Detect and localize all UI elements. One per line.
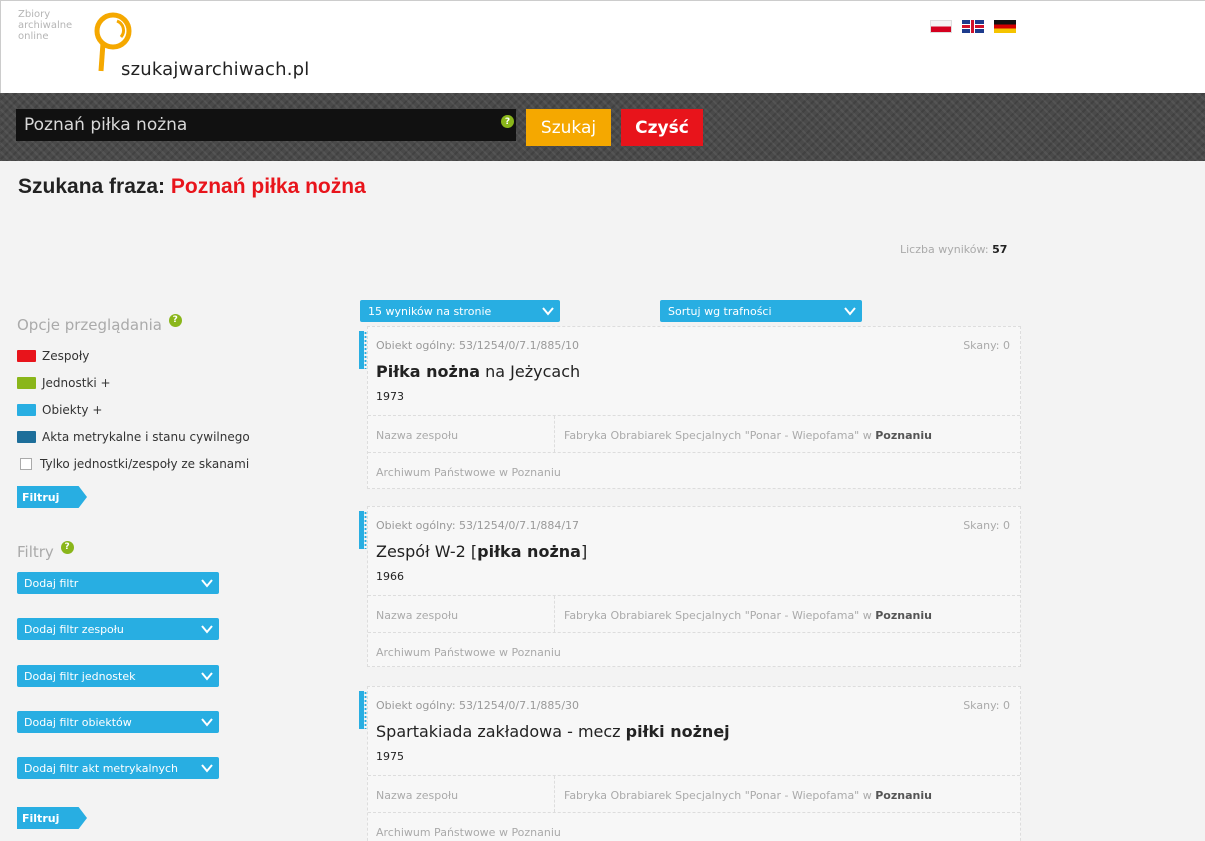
search-button[interactable]: Szukaj — [526, 109, 611, 146]
results-count: Liczba wyników: 57 — [900, 243, 1008, 256]
chevron-down-icon — [201, 764, 213, 773]
option-zespoly[interactable]: Zespoły — [17, 349, 89, 363]
result-archive-row: Archiwum Państwowe w Poznaniu — [368, 632, 1020, 669]
result-card[interactable]: Obiekt ogólny: 53/1254/0/7.1/884/17 Skan… — [359, 506, 1021, 669]
zespoly-icon — [17, 350, 36, 362]
result-year: 1973 — [376, 390, 404, 403]
filter-button[interactable]: Filtruj — [17, 486, 87, 508]
add-object-filter-dropdown[interactable]: Dodaj filtr obiektów — [17, 711, 219, 733]
result-fond-row: Nazwa zespołu Fabryka Obrabiarek Specjal… — [368, 775, 1020, 812]
result-scans: Skany: 0 — [963, 339, 1010, 352]
result-accent — [359, 511, 367, 549]
chevron-down-icon — [201, 579, 213, 588]
site-header: Zbiory archiwalne online szukajwarchiwac… — [0, 0, 1205, 93]
obiekty-icon — [17, 404, 36, 416]
flag-de-icon[interactable] — [994, 20, 1016, 33]
add-fond-filter-dropdown[interactable]: Dodaj filtr zespołu — [17, 618, 219, 640]
result-title[interactable]: Piłka nożna na Jeżycach — [376, 362, 580, 381]
akta-icon — [17, 431, 36, 443]
help-icon[interactable]: ? — [60, 540, 74, 554]
result-scans: Skany: 0 — [963, 699, 1010, 712]
per-page-dropdown[interactable]: 15 wyników na stronie — [360, 300, 560, 322]
result-archive-row: Archiwum Państwowe w Poznaniu — [368, 452, 1020, 489]
language-switcher — [930, 20, 1016, 33]
result-fond-row: Nazwa zespołu Fabryka Obrabiarek Specjal… — [368, 595, 1020, 632]
filter-button-2[interactable]: Filtruj — [17, 807, 87, 829]
chevron-down-icon — [201, 625, 213, 634]
result-id: Obiekt ogólny: 53/1254/0/7.1/885/10 — [376, 339, 580, 352]
browse-options-title: Opcje przeglądania ? — [17, 313, 182, 335]
help-icon[interactable]: ? — [168, 313, 182, 327]
search-help-icon[interactable]: ? — [501, 115, 514, 128]
logo-tagline: Zbiory archiwalne online — [18, 9, 73, 42]
result-accent — [359, 691, 367, 729]
option-jednostki[interactable]: Jednostki + — [17, 376, 111, 390]
filters-title: Filtry ? — [17, 540, 74, 562]
result-accent — [359, 331, 367, 369]
result-card[interactable]: Obiekt ogólny: 53/1254/0/7.1/885/30 Skan… — [359, 686, 1021, 841]
searched-phrase: Poznań piłka nożna — [170, 175, 366, 198]
result-title[interactable]: Spartakiada zakładowa - mecz piłki nożne… — [376, 722, 730, 741]
result-year: 1975 — [376, 750, 404, 763]
scans-only-option[interactable]: Tylko jednostki/zespoły ze skanami — [17, 457, 249, 471]
logo-text[interactable]: szukajwarchiwach.pl — [121, 59, 309, 80]
chevron-down-icon — [201, 672, 213, 681]
page-title: Szukana fraza: Poznań piłka nożna — [18, 175, 366, 198]
result-scans: Skany: 0 — [963, 519, 1010, 532]
option-akta[interactable]: Akta metrykalne i stanu cywilnego — [17, 430, 250, 444]
result-year: 1966 — [376, 570, 404, 583]
chevron-down-icon — [844, 307, 856, 316]
chevron-down-icon — [542, 307, 554, 316]
result-id: Obiekt ogólny: 53/1254/0/7.1/884/17 — [376, 519, 580, 532]
result-id: Obiekt ogólny: 53/1254/0/7.1/885/30 — [376, 699, 580, 712]
search-input[interactable] — [16, 109, 516, 141]
add-records-filter-dropdown[interactable]: Dodaj filtr akt metrykalnych — [17, 757, 219, 779]
sort-dropdown[interactable]: Sortuj wg trafności — [660, 300, 862, 322]
scans-only-checkbox[interactable] — [20, 458, 32, 470]
add-unit-filter-dropdown[interactable]: Dodaj filtr jednostek — [17, 665, 219, 687]
jednostki-icon — [17, 377, 36, 389]
chevron-down-icon — [201, 718, 213, 727]
option-obiekty[interactable]: Obiekty + — [17, 403, 102, 417]
result-archive-row: Archiwum Państwowe w Poznaniu — [368, 812, 1020, 841]
clear-button[interactable]: Czyść — [621, 109, 703, 146]
result-title[interactable]: Zespół W-2 [piłka nożna] — [376, 542, 587, 561]
result-fond-row: Nazwa zespołu Fabryka Obrabiarek Specjal… — [368, 415, 1020, 452]
result-card[interactable]: Obiekt ogólny: 53/1254/0/7.1/885/10 Skan… — [359, 326, 1021, 489]
flag-en-icon[interactable] — [962, 20, 984, 33]
flag-pl-icon[interactable] — [930, 20, 952, 33]
add-filter-dropdown[interactable]: Dodaj filtr — [17, 572, 219, 594]
